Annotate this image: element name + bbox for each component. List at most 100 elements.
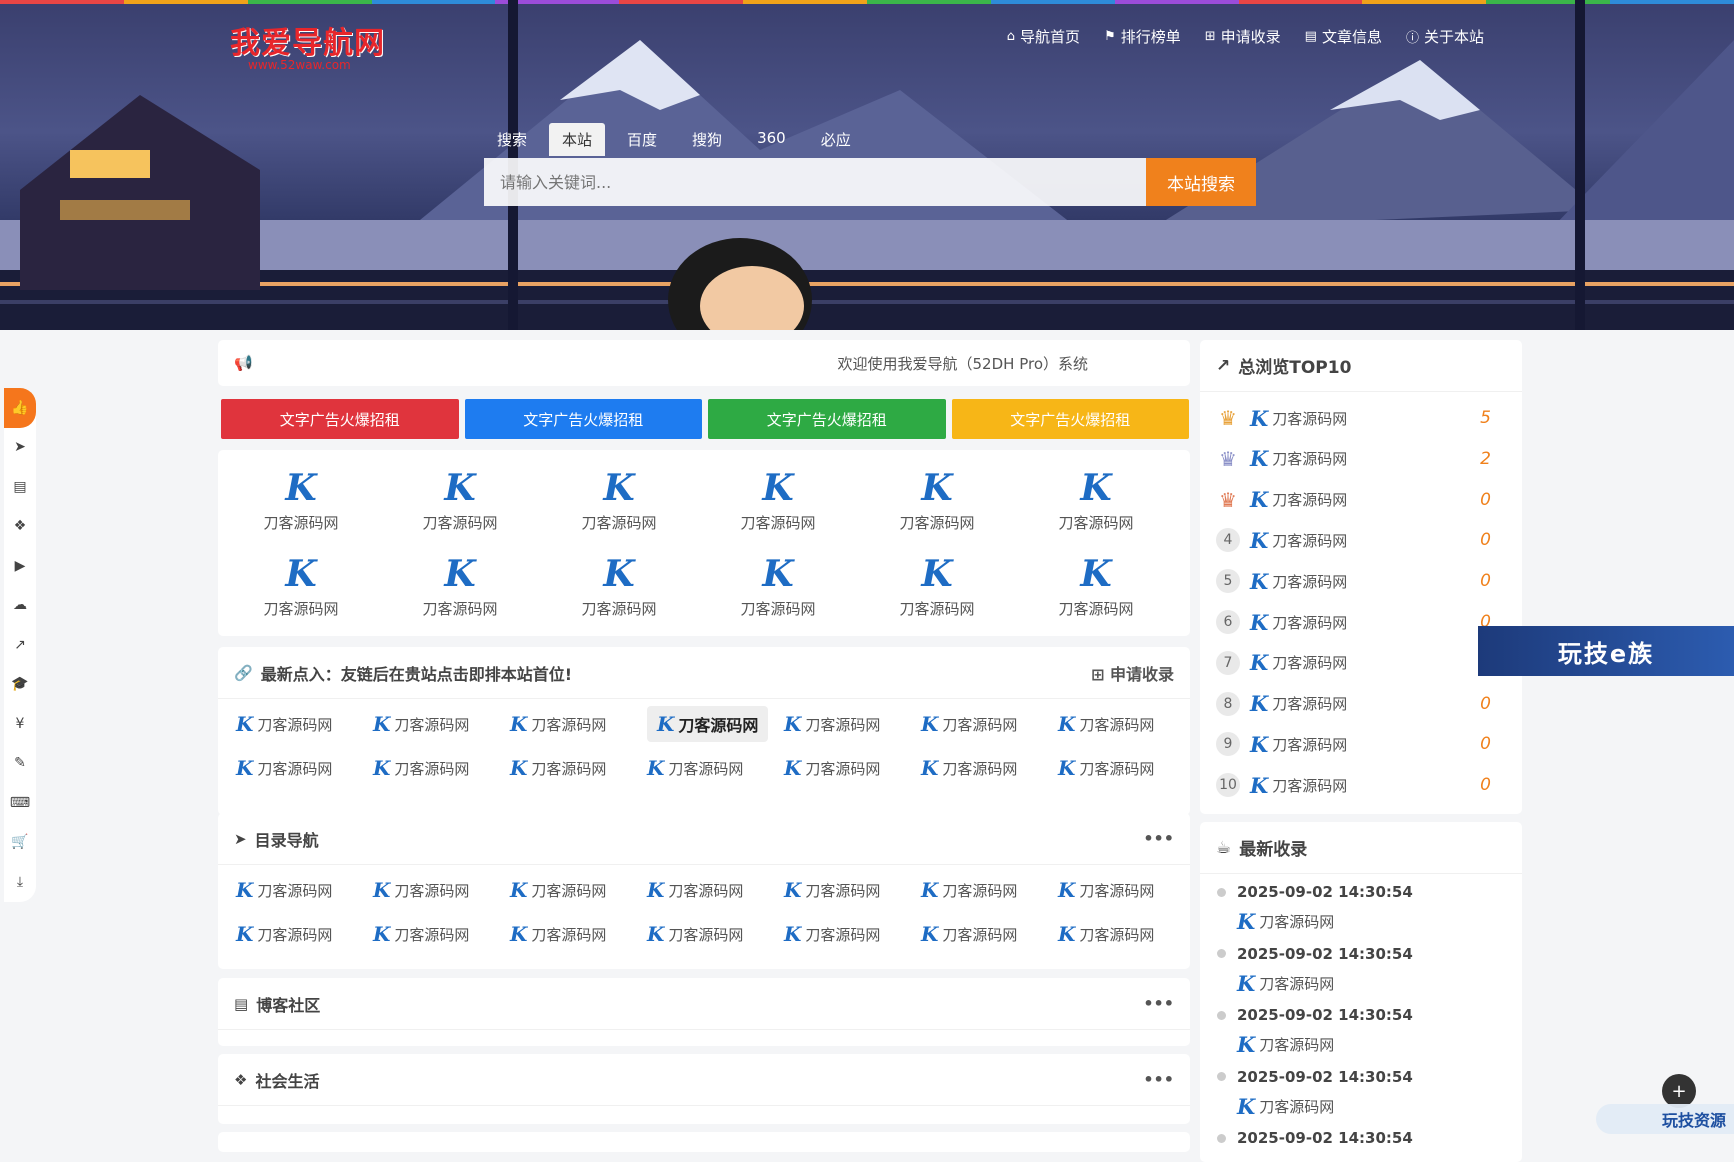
link-item[interactable]: K 刀客源码网 xyxy=(510,922,606,946)
link-item[interactable]: K 刀客源码网 xyxy=(236,922,332,946)
top10-row[interactable]: ♛ K 刀客源码网 0 xyxy=(1216,485,1491,515)
link-item[interactable]: K 刀客源码网 xyxy=(373,712,469,736)
link-item[interactable]: K 刀客源码网 xyxy=(236,756,332,780)
link-item[interactable]: K 刀客源码网 xyxy=(784,712,880,736)
latest-item[interactable]: 2025-09-02 14:30:54 K 刀客源码网 xyxy=(1217,883,1413,934)
featured-sites-grid: K 刀客源码网 K 刀客源码网 K 刀客源码网 K 刀客源码网 K 刀客源码网 K 刀客源码网 K 刀客源… xyxy=(218,450,1190,636)
featured-site-name: 刀客源码网 xyxy=(1058,600,1134,618)
featured-site[interactable]: K 刀客源码网 xyxy=(1021,554,1171,619)
link-item[interactable]: K 刀客源码网 xyxy=(647,756,743,780)
yen-icon[interactable]: ¥ xyxy=(4,704,36,744)
search-tab-1[interactable]: 本站 xyxy=(549,123,606,156)
featured-site[interactable]: K 刀客源码网 xyxy=(862,468,1012,533)
add-button[interactable]: + xyxy=(1662,1074,1696,1108)
social-more-button[interactable]: ••• xyxy=(1143,1070,1174,1089)
latest-item[interactable]: 2025-09-02 14:30:54 K 刀客源码网 xyxy=(1217,1068,1413,1119)
featured-site[interactable]: K 刀客源码网 xyxy=(862,554,1012,619)
featured-site[interactable]: K 刀客源码网 xyxy=(226,468,376,533)
link-item[interactable]: K 刀客源码网 xyxy=(373,756,469,780)
search-input[interactable] xyxy=(484,158,1146,206)
top10-row[interactable]: 4 K 刀客源码网 0 xyxy=(1216,525,1491,555)
featured-site[interactable]: K 刀客源码网 xyxy=(703,468,853,533)
search-tab-3[interactable]: 搜狗 xyxy=(679,123,735,156)
link-name: 刀客源码网 xyxy=(394,881,470,900)
search-tab-2[interactable]: 百度 xyxy=(614,123,670,156)
link-item[interactable]: K 刀客源码网 xyxy=(510,712,606,736)
link-item[interactable]: K 刀客源码网 xyxy=(510,756,606,780)
ad-slot-0[interactable]: 文字广告火爆招租 xyxy=(221,399,459,439)
ad-slot-2[interactable]: 文字广告火爆招租 xyxy=(708,399,946,439)
link-item[interactable]: K 刀客源码网 xyxy=(647,922,743,946)
link-item[interactable]: K 刀客源码网 xyxy=(373,922,469,946)
top10-row[interactable]: 7 K 刀客源码网 xyxy=(1216,648,1491,678)
apply-link[interactable]: ⊞ 申请收录 xyxy=(1091,661,1174,685)
nav-item-4[interactable]: ⓘ 关于本站 xyxy=(1406,26,1484,47)
link-item[interactable]: K 刀客源码网 xyxy=(921,756,1017,780)
top10-row[interactable]: 8 K 刀客源码网 0 xyxy=(1216,689,1491,719)
featured-site[interactable]: K 刀客源码网 xyxy=(544,468,694,533)
floating-ad-banner[interactable]: 玩技e族 xyxy=(1478,626,1734,676)
link-item[interactable]: K 刀客源码网 xyxy=(1058,922,1154,946)
link-item[interactable]: K 刀客源码网 xyxy=(1058,756,1154,780)
featured-site[interactable]: K 刀客源码网 xyxy=(1021,468,1171,533)
link-item[interactable]: K 刀客源码网 xyxy=(1058,712,1154,736)
search-tab-5[interactable]: 必应 xyxy=(808,123,864,156)
link-item[interactable]: K 刀客源码网 xyxy=(784,922,880,946)
latest-item[interactable]: 2025-09-02 14:30:54 K 刀客源码网 xyxy=(1217,945,1413,996)
search-tab-0[interactable]: 搜索 xyxy=(484,123,540,156)
ad-slot-3[interactable]: 文字广告火爆招租 xyxy=(951,399,1189,439)
cart-icon[interactable]: 🛒 xyxy=(4,823,36,863)
latest-site-name: 刀客源码网 xyxy=(1259,974,1335,993)
graduation-cap-icon[interactable]: 🎓 xyxy=(4,665,36,705)
cubes-icon[interactable]: ❖ xyxy=(4,507,36,547)
ad-row: 文字广告火爆招租 文字广告火爆招租 文字广告火爆招租 文字广告火爆招租 xyxy=(221,399,1189,439)
paper-plane-icon[interactable]: ➤ xyxy=(4,428,36,468)
nav-item-2[interactable]: ⊞ 申请收录 xyxy=(1205,26,1281,47)
top10-row[interactable]: 10 K 刀客源码网 0 xyxy=(1216,770,1491,800)
chart-line-icon[interactable]: ↗ xyxy=(4,625,36,665)
latest-item[interactable]: 2025-09-02 14:30:54 xyxy=(1217,1129,1413,1147)
top10-row[interactable]: ♛ K 刀客源码网 2 xyxy=(1216,444,1491,474)
link-item[interactable]: K 刀客源码网 xyxy=(921,878,1017,902)
nav-item-0[interactable]: ⌂ 导航首页 xyxy=(1007,26,1080,47)
featured-site[interactable]: K 刀客源码网 xyxy=(544,554,694,619)
link-item[interactable]: K 刀客源码网 xyxy=(921,922,1017,946)
catalog-more-button[interactable]: ••• xyxy=(1143,829,1174,848)
top10-row[interactable]: 6 K 刀客源码网 0 xyxy=(1216,607,1491,637)
featured-site[interactable]: K 刀客源码网 xyxy=(385,468,535,533)
file-icon[interactable]: ▤ xyxy=(4,467,36,507)
keyboard-icon[interactable]: ⌨ xyxy=(4,783,36,823)
thumbs-up-icon[interactable]: 👍 xyxy=(4,388,36,428)
link-item[interactable]: K 刀客源码网 xyxy=(510,878,606,902)
featured-site[interactable]: K 刀客源码网 xyxy=(226,554,376,619)
youtube-icon[interactable]: ▶ xyxy=(4,546,36,586)
search-tab-4[interactable]: 360 xyxy=(744,123,799,156)
search-button[interactable]: 本站搜索 xyxy=(1146,158,1256,206)
link-item[interactable]: K 刀客源码网 xyxy=(784,756,880,780)
featured-site[interactable]: K 刀客源码网 xyxy=(385,554,535,619)
link-item[interactable]: K 刀客源码网 xyxy=(236,712,332,736)
link-item[interactable]: K 刀客源码网 xyxy=(647,706,769,742)
link-item[interactable]: K 刀客源码网 xyxy=(921,712,1017,736)
link-name: 刀客源码网 xyxy=(805,715,881,734)
nav-item-3[interactable]: ▤ 文章信息 xyxy=(1305,26,1382,47)
blog-more-button[interactable]: ••• xyxy=(1143,994,1174,1013)
link-item[interactable]: K 刀客源码网 xyxy=(373,878,469,902)
latest-item[interactable]: 2025-09-02 14:30:54 K 刀客源码网 xyxy=(1217,1006,1413,1057)
site-logo[interactable]: 我爱导航网 www.52waw.com xyxy=(230,18,385,72)
ad-slot-1[interactable]: 文字广告火爆招租 xyxy=(464,399,702,439)
link-item[interactable]: K 刀客源码网 xyxy=(1058,878,1154,902)
wrench-icon[interactable]: ✎ xyxy=(4,744,36,784)
friend-links-section: 🔗 最新点入：友链后在贵站点击即排本站首位! ⊞ 申请收录 K 刀客源码网 K 刀客源… xyxy=(218,647,1190,815)
link-item[interactable]: K 刀客源码网 xyxy=(236,878,332,902)
top10-row[interactable]: 5 K 刀客源码网 0 xyxy=(1216,566,1491,596)
top10-row[interactable]: ♛ K 刀客源码网 5 xyxy=(1216,403,1491,433)
nav-item-1[interactable]: ⚑ 排行榜单 xyxy=(1104,26,1181,47)
featured-site[interactable]: K 刀客源码网 xyxy=(703,554,853,619)
link-item[interactable]: K 刀客源码网 xyxy=(647,878,743,902)
download-icon[interactable]: ⤓ xyxy=(4,862,36,902)
cloud-icon[interactable]: ☁ xyxy=(4,586,36,626)
link-item[interactable]: K 刀客源码网 xyxy=(784,878,880,902)
top10-row[interactable]: 9 K 刀客源码网 0 xyxy=(1216,729,1491,759)
latest-title: 最新收录 xyxy=(1239,840,1308,860)
